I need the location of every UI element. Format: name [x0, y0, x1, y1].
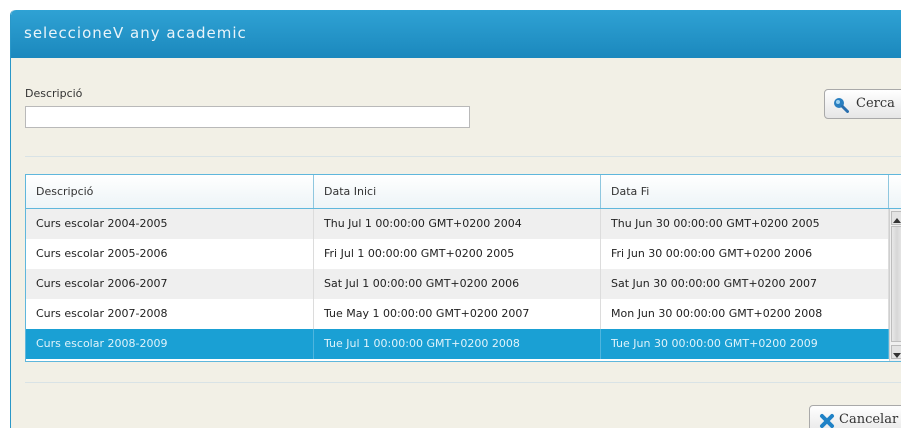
dialog-title: seleccioneV any academic [24, 24, 247, 42]
search-button-label: Cerca [856, 96, 895, 111]
divider-bottom [25, 382, 901, 383]
close-icon [820, 414, 834, 428]
cell-descripcio: Curs escolar 2004-2005 [26, 209, 314, 239]
divider-top [25, 156, 901, 157]
scroll-down-button[interactable] [891, 345, 901, 359]
cell-data-fi: Fri Jun 30 00:00:00 GMT+0200 2006 [601, 239, 889, 269]
cell-data-inici: Tue Jul 1 00:00:00 GMT+0200 2008 [314, 329, 601, 359]
cell-descripcio: Curs escolar 2007-2008 [26, 299, 314, 329]
cell-data-fi: Mon Jun 30 00:00:00 GMT+0200 2008 [601, 299, 889, 329]
table-row[interactable]: Curs escolar 2006-2007 Sat Jul 1 00:00:0… [26, 269, 889, 299]
cancel-button[interactable]: Cancelar [809, 405, 901, 428]
academic-years-table: Descripció Data Inici Data Fi Curs escol… [25, 174, 901, 362]
description-filter-input[interactable] [25, 106, 470, 128]
column-header-data-fi[interactable]: Data Fi [601, 175, 889, 208]
description-filter-label: Descripció [25, 87, 83, 100]
search-icon [834, 98, 849, 113]
table-header: Descripció Data Inici Data Fi [26, 175, 901, 209]
search-button[interactable]: Cerca [824, 89, 901, 119]
cell-descripcio: Curs escolar 2005-2006 [26, 239, 314, 269]
table-row[interactable]: Curs escolar 2007-2008 Tue May 1 00:00:0… [26, 299, 889, 329]
scroll-up-button[interactable] [891, 211, 901, 225]
arrow-down-icon [893, 353, 901, 358]
cell-data-inici: Thu Jul 1 00:00:00 GMT+0200 2004 [314, 209, 601, 239]
table-row[interactable]: Curs escolar 2004-2005 Thu Jul 1 00:00:0… [26, 209, 889, 239]
cell-descripcio: Curs escolar 2008-2009 [26, 329, 314, 359]
cell-data-inici: Tue May 1 00:00:00 GMT+0200 2007 [314, 299, 601, 329]
cell-data-fi: Thu Jun 30 00:00:00 GMT+0200 2005 [601, 209, 889, 239]
table-row-selected[interactable]: Curs escolar 2008-2009 Tue Jul 1 00:00:0… [26, 329, 889, 359]
table-row[interactable]: Curs escolar 2005-2006 Fri Jul 1 00:00:0… [26, 239, 889, 269]
column-header-descripcio[interactable]: Descripció [26, 175, 314, 208]
dialog-titlebar[interactable]: seleccioneV any academic [11, 10, 901, 58]
cell-data-fi: Sat Jun 30 00:00:00 GMT+0200 2007 [601, 269, 889, 299]
cell-descripcio: Curs escolar 2006-2007 [26, 269, 314, 299]
column-header-data-inici[interactable]: Data Inici [314, 175, 601, 208]
cell-data-inici: Fri Jul 1 00:00:00 GMT+0200 2005 [314, 239, 601, 269]
select-academic-year-dialog: seleccioneV any academic Descripció Cerc… [10, 10, 901, 428]
cell-data-inici: Sat Jul 1 00:00:00 GMT+0200 2006 [314, 269, 601, 299]
cancel-button-label: Cancelar [839, 412, 899, 427]
cell-data-fi: Tue Jun 30 00:00:00 GMT+0200 2009 [601, 329, 889, 359]
table-scrollbar[interactable] [889, 209, 901, 361]
scrollbar-thumb[interactable] [891, 226, 901, 342]
